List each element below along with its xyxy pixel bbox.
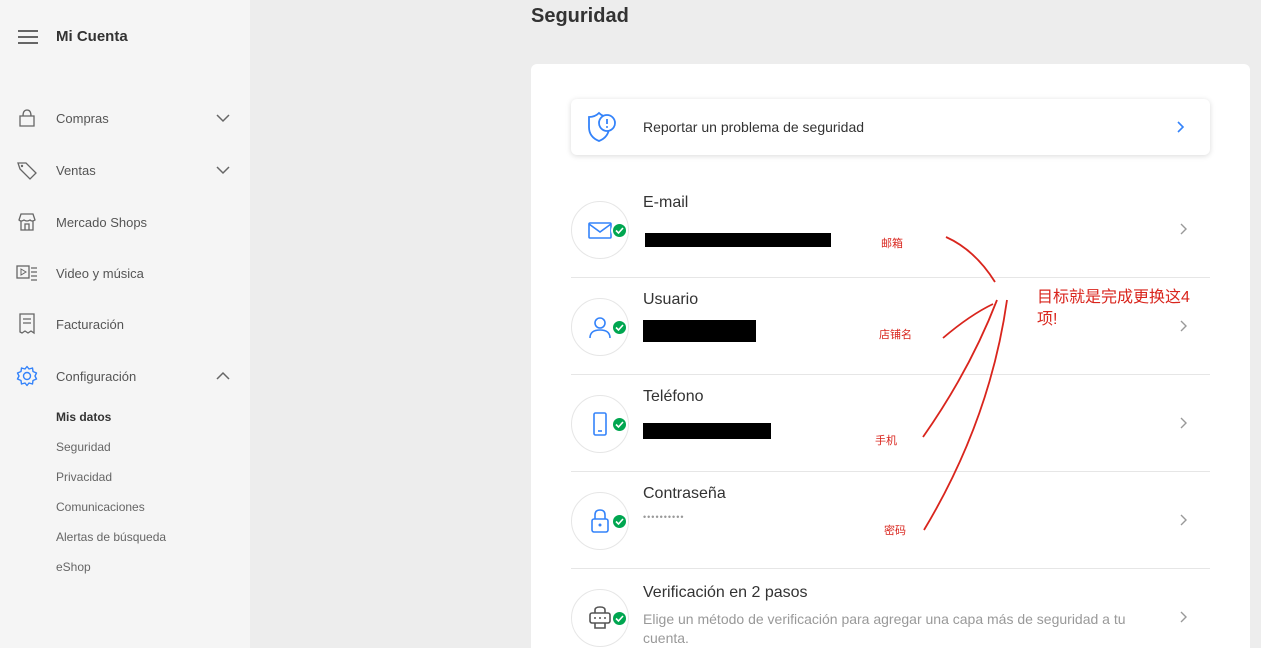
sidebar-header: Mi Cuenta [18, 28, 128, 45]
chevron-right-icon [1180, 514, 1187, 526]
password-row[interactable]: Contraseña •••••••••• [571, 472, 1210, 569]
redacted-email [645, 233, 831, 247]
sub-item-seguridad[interactable]: Seguridad [56, 440, 111, 454]
row-title: Teléfono [643, 388, 704, 405]
redacted-phone [643, 423, 771, 439]
report-problem-button[interactable]: Reportar un problema de seguridad [571, 99, 1210, 155]
sidebar-item-compras[interactable]: Compras [16, 103, 231, 133]
shield-alert-icon [588, 111, 616, 142]
sidebar-item-ventas[interactable]: Ventas [16, 155, 231, 185]
check-icon [611, 319, 628, 336]
phone-icon [593, 412, 607, 436]
store-icon [16, 211, 38, 233]
sidebar-item-label: Compras [56, 110, 109, 126]
chevron-right-icon [1180, 223, 1187, 235]
two-step-icon [589, 606, 611, 629]
two-step-row[interactable]: Verificación en 2 pasos Elige un método … [571, 569, 1210, 658]
row-title: Usuario [643, 291, 699, 308]
redacted-username [643, 320, 756, 342]
annotation-email: 邮箱 [881, 238, 903, 250]
bottom-bar [0, 648, 1261, 658]
chevron-down-icon[interactable] [215, 162, 231, 178]
user-icon [589, 317, 611, 339]
sidebar-title: Mi Cuenta [56, 28, 128, 45]
row-title: Verificación en 2 pasos [643, 584, 808, 601]
lock-icon [591, 509, 609, 533]
chevron-right-icon [1180, 611, 1187, 623]
check-icon [611, 416, 628, 433]
sidebar-item-label: Video y música [56, 265, 144, 281]
sidebar-item-label: Mercado Shops [56, 214, 148, 230]
check-icon [611, 610, 628, 627]
hamburger-menu-icon[interactable] [18, 29, 38, 44]
sidebar-item-facturacion[interactable]: Facturación [16, 309, 231, 339]
sidebar-item-label: Ventas [56, 162, 96, 178]
sidebar-item-configuracion[interactable]: Configuración [16, 361, 231, 391]
annotation-password: 密码 [884, 525, 906, 537]
annotation-goal: 目标就是完成更换这4项! [1037, 289, 1190, 328]
sidebar-item-label: Facturación [56, 316, 124, 332]
check-icon [611, 222, 628, 239]
chevron-right-icon [1177, 121, 1185, 133]
row-title: E-mail [643, 194, 689, 211]
page-title: Seguridad [531, 5, 629, 27]
gear-icon [16, 365, 38, 387]
media-icon [16, 262, 38, 284]
chevron-right-icon [1180, 417, 1187, 429]
sub-item-alertas[interactable]: Alertas de búsqueda [56, 530, 166, 544]
bag-icon [16, 107, 38, 129]
row-title: Contraseña [643, 485, 726, 502]
tag-icon [16, 159, 38, 181]
report-problem-label: Reportar un problema de seguridad [643, 119, 865, 135]
password-mask: •••••••••• [643, 512, 685, 522]
annotation-phone: 手机 [875, 435, 897, 447]
invoice-icon [16, 313, 38, 335]
sub-item-eshop[interactable]: eShop [56, 560, 91, 574]
sub-item-mis-datos[interactable]: Mis datos [56, 410, 111, 424]
two-step-description: Elige un método de verificación para agr… [643, 611, 1126, 646]
chevron-up-icon[interactable] [215, 368, 231, 384]
sidebar-item-label: Configuración [56, 368, 137, 384]
phone-row[interactable]: Teléfono [571, 375, 1210, 472]
annotation-user: 店铺名 [879, 329, 912, 341]
sub-item-comunicaciones[interactable]: Comunicaciones [56, 500, 145, 514]
mail-icon [588, 222, 612, 239]
sub-item-privacidad[interactable]: Privacidad [56, 470, 112, 484]
security-card: Reportar un problema de seguridad E-mail… [531, 64, 1250, 658]
sidebar-item-mercado-shops[interactable]: Mercado Shops [16, 207, 231, 237]
sidebar-item-video-musica[interactable]: Video y música [16, 258, 231, 288]
sidebar: Mi Cuenta Compras Ventas Mercado Shops V… [0, 0, 250, 648]
chevron-down-icon[interactable] [215, 110, 231, 126]
check-icon [611, 513, 628, 530]
email-row[interactable]: E-mail [571, 181, 1210, 278]
